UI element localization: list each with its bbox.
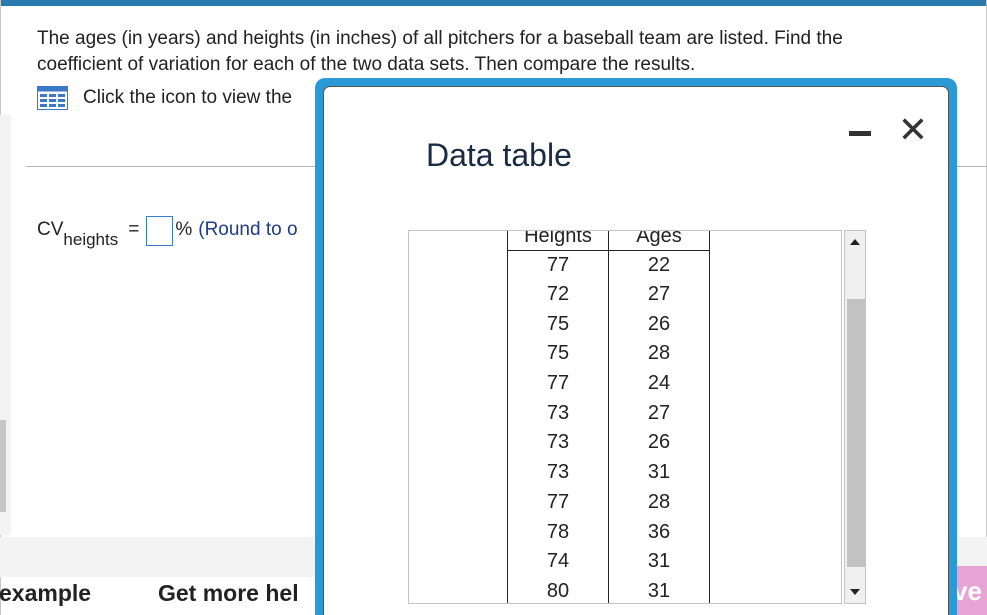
table-icon[interactable] bbox=[37, 86, 68, 110]
question-text: The ages (in years) and heights (in inch… bbox=[37, 26, 967, 78]
left-scrollbar[interactable] bbox=[0, 420, 6, 512]
age-cell: 27 bbox=[608, 279, 710, 310]
cv-label: CV bbox=[37, 219, 64, 240]
question-line-2: coefficient of variation for each of the… bbox=[37, 54, 696, 75]
table-row: 77 22 bbox=[507, 250, 710, 280]
dialog-body: Data table ✕ Heights Ages 77 22 72 27 75 26 75… bbox=[323, 86, 949, 615]
height-cell: 73 bbox=[507, 457, 609, 488]
height-cell: 77 bbox=[507, 368, 609, 399]
age-cell: 26 bbox=[608, 428, 710, 458]
percent-sign: % bbox=[175, 219, 193, 240]
height-cell: 75 bbox=[507, 309, 609, 340]
scroll-down-arrow-icon[interactable] bbox=[850, 589, 860, 595]
table-row: 73 26 bbox=[507, 428, 710, 458]
data-table: Heights Ages 77 22 72 27 75 26 75 28 77 24 73 27 73 2… bbox=[507, 231, 710, 603]
height-cell: 72 bbox=[507, 279, 609, 310]
height-cell: 75 bbox=[507, 339, 609, 369]
column-header-heights: Heights bbox=[507, 231, 609, 251]
table-body: 77 22 72 27 75 26 75 28 77 24 73 27 73 26 73 31 77 28 78 36… bbox=[507, 250, 710, 603]
age-cell: 22 bbox=[608, 250, 710, 280]
get-more-help-link[interactable]: Get more hel bbox=[158, 580, 299, 607]
height-cell: 80 bbox=[507, 576, 609, 603]
age-cell: 28 bbox=[608, 487, 710, 518]
age-cell: 31 bbox=[608, 457, 710, 488]
height-cell: 78 bbox=[507, 517, 609, 547]
height-cell: 77 bbox=[507, 487, 609, 518]
section-divider bbox=[26, 166, 326, 167]
table-row: 78 36 bbox=[507, 517, 710, 547]
table-row: 73 27 bbox=[507, 398, 710, 429]
table-row: 80 31 bbox=[507, 576, 710, 603]
table-row: 75 28 bbox=[507, 339, 710, 369]
age-cell: 31 bbox=[608, 546, 710, 577]
height-cell: 73 bbox=[507, 398, 609, 429]
table-row: 77 24 bbox=[507, 368, 710, 399]
table-row: 77 28 bbox=[507, 487, 710, 518]
data-table-dialog: Data table ✕ Heights Ages 77 22 72 27 75 26 75… bbox=[315, 78, 957, 615]
height-cell: 77 bbox=[507, 250, 609, 280]
table-header-row: Heights Ages bbox=[507, 231, 710, 251]
table-row: 75 26 bbox=[507, 309, 710, 340]
height-cell: 73 bbox=[507, 428, 609, 458]
rounding-hint: (Round to o bbox=[198, 219, 298, 240]
table-row: 74 31 bbox=[507, 546, 710, 577]
age-cell: 27 bbox=[608, 398, 710, 429]
top-accent-bar bbox=[0, 0, 987, 6]
column-header-ages: Ages bbox=[608, 231, 710, 251]
cv-heights-row: CV heights = % (Round to o bbox=[37, 215, 298, 249]
cv-subscript: heights bbox=[63, 230, 119, 249]
height-cell: 74 bbox=[507, 546, 609, 577]
table-row: 72 27 bbox=[507, 279, 710, 310]
age-cell: 31 bbox=[608, 576, 710, 603]
scroll-thumb[interactable] bbox=[847, 299, 865, 567]
minimize-icon[interactable] bbox=[844, 117, 876, 149]
view-example-link[interactable]: example bbox=[0, 580, 91, 607]
cv-heights-input[interactable] bbox=[146, 216, 174, 246]
close-icon[interactable]: ✕ bbox=[896, 112, 930, 148]
age-cell: 36 bbox=[608, 517, 710, 547]
dialog-title: Data table bbox=[426, 137, 572, 173]
view-data-text[interactable]: Click the icon to view the bbox=[83, 87, 292, 109]
cv-equals: = bbox=[128, 219, 140, 240]
scroll-up-arrow-icon[interactable] bbox=[850, 239, 860, 245]
view-data-link[interactable]: Click the icon to view the bbox=[37, 86, 292, 110]
age-cell: 26 bbox=[608, 309, 710, 340]
table-scrollbar[interactable] bbox=[844, 230, 866, 604]
age-cell: 24 bbox=[608, 368, 710, 399]
age-cell: 28 bbox=[608, 339, 710, 369]
question-line-1: The ages (in years) and heights (in inch… bbox=[37, 28, 843, 49]
data-table-viewport: Heights Ages 77 22 72 27 75 26 75 28 77 24 73 27 73 2… bbox=[408, 230, 842, 604]
table-row: 73 31 bbox=[507, 457, 710, 488]
